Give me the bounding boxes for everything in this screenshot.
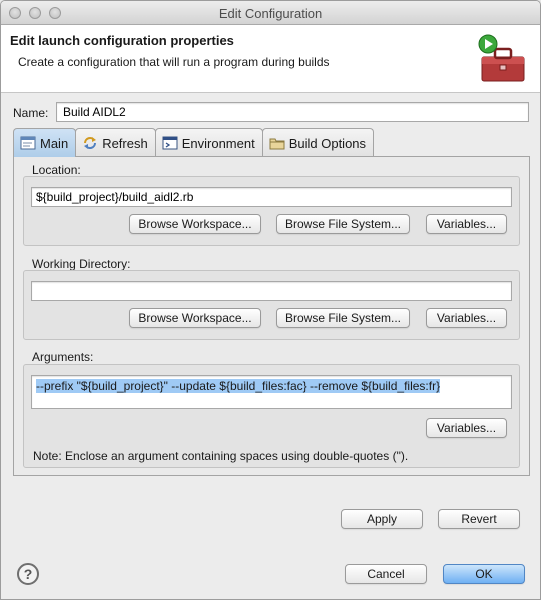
- arguments-variables-button[interactable]: Variables...: [426, 418, 507, 438]
- revert-button[interactable]: Revert: [438, 509, 520, 529]
- toolbox-run-icon: [478, 34, 525, 82]
- tab-main-label: Main: [40, 135, 69, 151]
- name-field[interactable]: [56, 102, 529, 122]
- title-bar[interactable]: Edit Configuration: [1, 1, 540, 25]
- location-variables-button[interactable]: Variables...: [426, 214, 507, 234]
- arguments-label: Arguments:: [32, 350, 94, 364]
- tab-build-options-label: Build Options: [288, 135, 367, 151]
- tab-main[interactable]: Main: [13, 128, 77, 157]
- header-description: Create a configuration that will run a p…: [18, 55, 330, 69]
- location-label: Location:: [32, 163, 81, 177]
- location-browse-file-system-button[interactable]: Browse File System...: [276, 214, 410, 234]
- working-directory-label: Working Directory:: [32, 257, 131, 271]
- help-icon[interactable]: ?: [17, 563, 39, 585]
- header-title: Edit launch configuration properties: [10, 33, 234, 48]
- arguments-field[interactable]: --prefix "${build_project}" --update ${b…: [31, 375, 512, 409]
- tab-build-options[interactable]: Build Options: [261, 128, 375, 157]
- dialog-header: Edit launch configuration properties Cre…: [1, 25, 540, 93]
- cancel-button[interactable]: Cancel: [345, 564, 427, 584]
- apply-button[interactable]: Apply: [341, 509, 423, 529]
- ok-button[interactable]: OK: [443, 564, 525, 584]
- tab-environment-label: Environment: [181, 135, 255, 151]
- tab-refresh[interactable]: Refresh: [75, 128, 156, 157]
- working-directory-browse-file-system-button[interactable]: Browse File System...: [276, 308, 410, 328]
- arguments-selected-text: --prefix "${build_project}" --update ${b…: [36, 379, 441, 393]
- main-tab-icon: [20, 136, 36, 150]
- working-directory-variables-button[interactable]: Variables...: [426, 308, 507, 328]
- location-browse-workspace-button[interactable]: Browse Workspace...: [129, 214, 261, 234]
- tab-environment[interactable]: Environment: [154, 128, 263, 157]
- arguments-note: Note: Enclose an argument containing spa…: [33, 449, 409, 463]
- edit-configuration-window: Edit Configuration Edit launch configura…: [0, 0, 541, 600]
- location-field[interactable]: [31, 187, 512, 207]
- environment-icon: [162, 136, 178, 150]
- refresh-icon: [84, 137, 97, 149]
- tab-bar: Main Refresh Environment Build Options: [13, 128, 375, 157]
- working-directory-field[interactable]: [31, 281, 512, 301]
- working-directory-browse-workspace-button[interactable]: Browse Workspace...: [129, 308, 261, 328]
- tab-refresh-label: Refresh: [102, 135, 148, 151]
- window-title: Edit Configuration: [218, 6, 323, 21]
- build-options-icon: [269, 138, 285, 150]
- name-label: Name:: [13, 106, 49, 120]
